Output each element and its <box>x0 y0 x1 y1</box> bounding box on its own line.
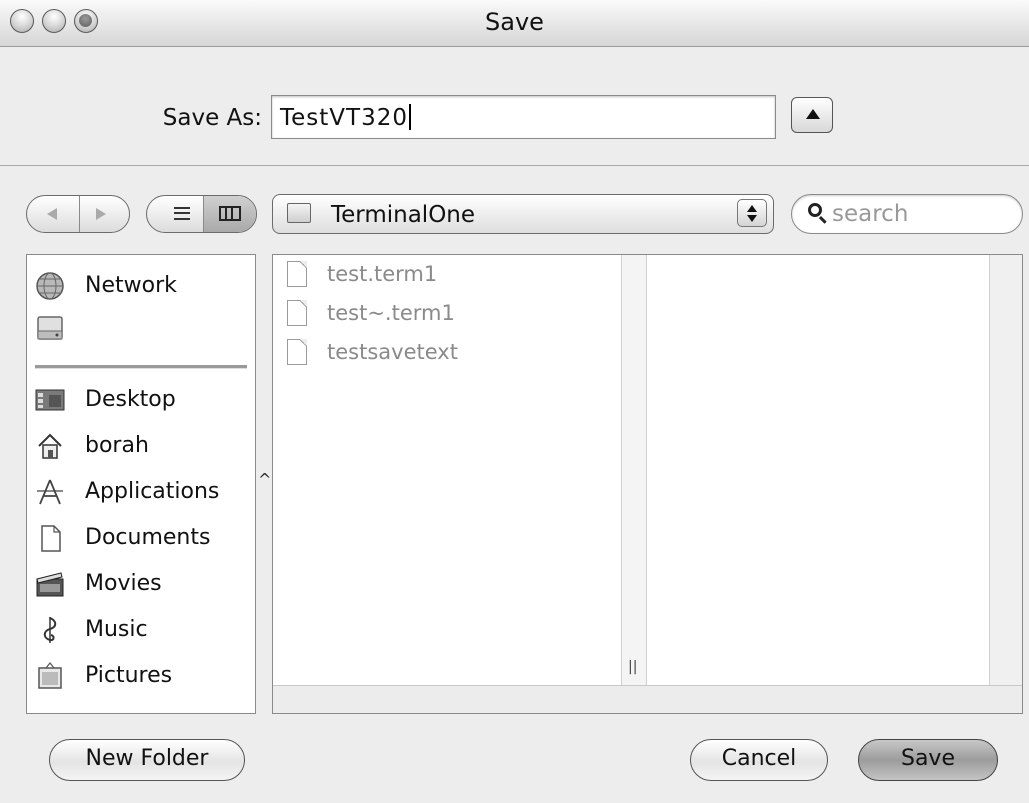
new-folder-button[interactable]: New Folder <box>49 739 245 781</box>
folder-icon <box>287 203 311 223</box>
save-button[interactable]: Save <box>858 739 998 781</box>
sidebar-item-desktop[interactable]: Desktop <box>27 381 255 421</box>
back-button[interactable] <box>27 196 79 232</box>
sidebar-item-label: Applications <box>85 479 220 504</box>
browser-column-empty <box>647 255 987 685</box>
search-field[interactable]: search <box>791 194 1023 234</box>
save-as-row: Save As: TestVT320 <box>0 47 1029 165</box>
document-icon <box>287 339 307 365</box>
title-bar: Save <box>0 0 1029 47</box>
sidebar-item-label: Network <box>85 273 177 298</box>
cancel-button[interactable]: Cancel <box>690 739 828 781</box>
popup-arrows-icon <box>737 199 767 227</box>
sidebar: Network Desktop borah Applications Docum… <box>26 254 256 714</box>
sidebar-item-documents[interactable]: Documents <box>27 519 255 559</box>
horizontal-scrollbar[interactable] <box>273 685 1022 713</box>
save-as-label: Save As: <box>162 105 262 131</box>
back-arrow-icon <box>47 208 57 220</box>
hard-disk-icon <box>37 316 63 340</box>
collapse-dialog-button[interactable] <box>791 97 833 133</box>
sidebar-item-label: Desktop <box>85 387 176 412</box>
column-view-icon <box>219 206 241 221</box>
music-icon <box>43 617 57 643</box>
column-resize-grip[interactable]: || <box>628 659 637 675</box>
document-icon <box>287 261 307 287</box>
sidebar-item-label: Music <box>85 617 148 642</box>
sidebar-item-label: borah <box>85 433 149 458</box>
sidebar-item-pictures[interactable]: Pictures <box>27 657 255 697</box>
list-view-icon <box>174 207 190 220</box>
view-mode-switcher <box>146 195 257 233</box>
search-placeholder: search <box>832 201 909 227</box>
sidebar-divider <box>35 365 247 369</box>
forward-arrow-icon <box>96 208 106 220</box>
column-scrollbar[interactable] <box>621 255 647 685</box>
file-name: test.term1 <box>327 262 438 286</box>
file-item[interactable]: test~.term1 <box>287 298 607 334</box>
sidebar-item-hard-disk[interactable] <box>27 309 255 349</box>
file-item[interactable]: testsavetext <box>287 337 607 373</box>
column-view-button[interactable] <box>204 196 256 232</box>
pictures-icon <box>38 662 62 689</box>
file-name: test~.term1 <box>327 301 455 325</box>
applications-icon <box>37 479 63 505</box>
documents-icon <box>41 525 61 552</box>
list-view-button[interactable] <box>147 196 203 232</box>
text-caret <box>408 104 411 130</box>
header-divider <box>0 165 1029 166</box>
vertical-scrollbar[interactable] <box>989 255 1022 685</box>
sidebar-item-label: Documents <box>85 525 211 550</box>
sidebar-item-music[interactable]: Music <box>27 611 255 651</box>
browser-column: test.term1 test~.term1 testsavetext <box>273 255 621 685</box>
sidebar-item-label: Movies <box>85 571 162 596</box>
document-icon <box>287 300 307 326</box>
sidebar-resize-handle[interactable]: ^ <box>258 470 271 489</box>
movies-icon <box>36 572 64 597</box>
save-as-value: TestVT320 <box>280 105 408 131</box>
sidebar-item-borah[interactable]: borah <box>27 427 255 467</box>
sidebar-item-movies[interactable]: Movies <box>27 565 255 605</box>
file-browser: test.term1 test~.term1 testsavetext || <box>272 254 1023 714</box>
file-name: testsavetext <box>327 340 458 364</box>
save-as-field[interactable]: TestVT320 <box>271 95 776 139</box>
desktop-icon <box>35 389 65 411</box>
sidebar-item-applications[interactable]: Applications <box>27 473 255 513</box>
location-folder-name: TerminalOne <box>331 202 476 228</box>
window-title: Save <box>485 8 544 36</box>
history-navigation <box>26 195 130 233</box>
network-globe-icon <box>36 272 64 300</box>
sidebar-item-label: Pictures <box>85 663 173 688</box>
triangle-up-icon <box>806 109 820 119</box>
forward-button[interactable] <box>80 196 129 232</box>
magnifier-icon <box>808 203 822 217</box>
home-icon <box>38 433 62 459</box>
location-popup[interactable]: TerminalOne <box>272 194 774 234</box>
sidebar-item-network[interactable]: Network <box>27 267 255 307</box>
file-item[interactable]: test.term1 <box>287 259 607 295</box>
